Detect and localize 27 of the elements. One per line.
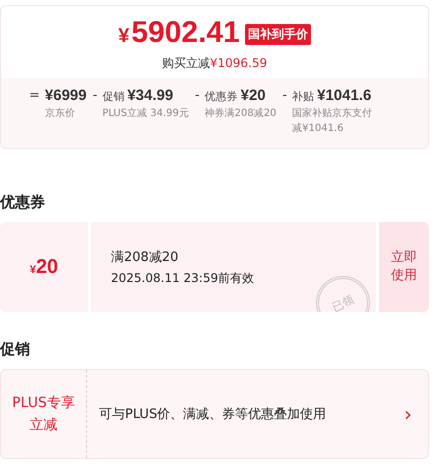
coupon-validity: 2025.08.11 23:59前有效 [111,270,256,286]
breakdown-note: 国家补贴京东支付减¥1041.6 [292,106,374,136]
operator-sign: = [29,87,40,105]
promotion-tag: PLUS专享立减 [1,370,87,458]
breakdown-label: 优惠券 [204,89,238,104]
price-tag: 国补到手价 [244,24,311,45]
breakdown-amount: ¥20 [240,86,266,106]
breakdown-label: 促销 [102,89,124,104]
promotion-text: 可与PLUS价、满减、券等优惠叠加使用 [98,406,328,423]
breakdown-note: PLUS立减 34.99元 [102,106,189,121]
breakdown-amount: ¥6999 [44,86,87,106]
coupon-condition: 满208减20 [111,248,180,266]
breakdown-amount: ¥34.99 [127,86,174,106]
final-price: ¥5902.41 [118,16,240,51]
operator-sign: - [282,87,288,105]
breakdown-note: 京东价 [44,106,76,121]
chevron-icon: › [404,402,412,426]
claimed-stamp: 已领 [316,276,370,312]
breakdown-amount: ¥1041.6 [317,86,372,106]
operator-sign: - [92,87,98,105]
saving-text: 购买立减¥1096.59 [162,55,268,72]
promotion-row[interactable]: PLUS专享立减 可与PLUS价、满减、券等优惠叠加使用 › [0,369,429,459]
breakdown-label: 补贴 [292,89,314,104]
coupon-amount: ¥20 [30,256,58,278]
use-now-button[interactable]: 立即使用 [379,222,429,312]
breakdown-note: 神券满208减20 [204,106,276,121]
operator-sign: - [194,87,200,105]
